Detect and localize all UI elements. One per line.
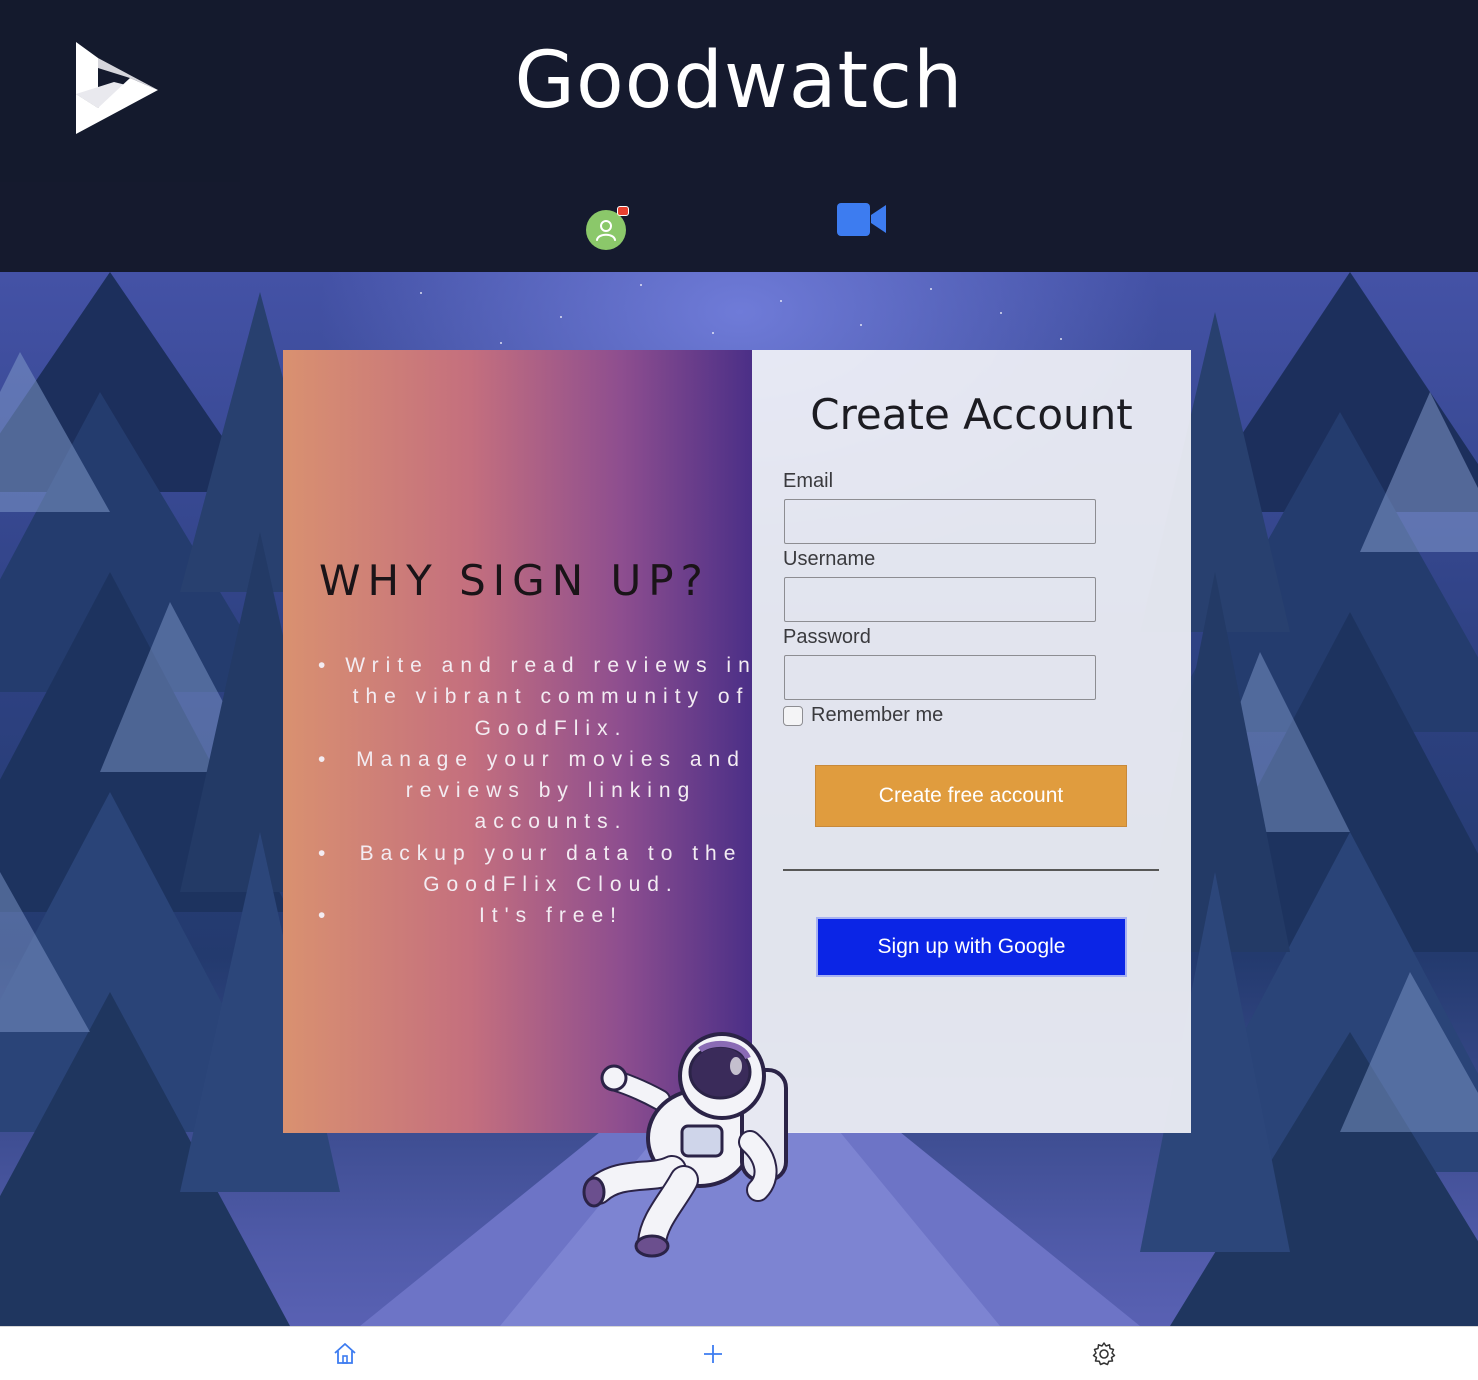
notification-badge	[617, 206, 629, 216]
form-divider	[783, 869, 1159, 871]
app-title: Goodwatch	[514, 36, 964, 126]
google-signup-button[interactable]: Sign up with Google	[816, 917, 1127, 977]
list-item: Manage your movies and reviews by linkin…	[312, 744, 762, 838]
benefits-heading: WHY SIGN UP?	[319, 556, 710, 605]
benefits-list: Write and read reviews in the vibrant co…	[312, 650, 762, 932]
remember-me-checkbox[interactable]	[783, 705, 803, 726]
remember-me-label: Remember me	[811, 704, 944, 726]
plus-icon[interactable]	[700, 1341, 726, 1367]
username-field[interactable]	[784, 577, 1096, 622]
bottom-tab-bar	[0, 1326, 1478, 1380]
password-field[interactable]	[784, 655, 1096, 700]
list-item: Write and read reviews in the vibrant co…	[312, 650, 762, 744]
home-icon[interactable]	[332, 1341, 358, 1367]
email-label: Email	[783, 470, 834, 492]
password-label: Password	[783, 626, 871, 648]
remember-me-row[interactable]: Remember me	[783, 704, 943, 727]
list-item: Backup your data to the GoodFlix Cloud.	[312, 838, 762, 901]
email-field[interactable]	[784, 499, 1096, 544]
app-header: Goodwatch	[0, 0, 1478, 272]
astronaut-illustration	[582, 1032, 788, 1258]
video-camera-icon[interactable]	[836, 201, 888, 237]
user-avatar-icon[interactable]	[586, 210, 626, 250]
form-title: Create Account	[810, 390, 1133, 439]
signup-form-panel	[752, 350, 1191, 1133]
gear-icon[interactable]	[1091, 1341, 1117, 1367]
username-label: Username	[783, 548, 876, 570]
account-button[interactable]	[586, 206, 634, 250]
list-item: It's free!	[312, 900, 762, 932]
create-account-button[interactable]: Create free account	[815, 765, 1127, 827]
